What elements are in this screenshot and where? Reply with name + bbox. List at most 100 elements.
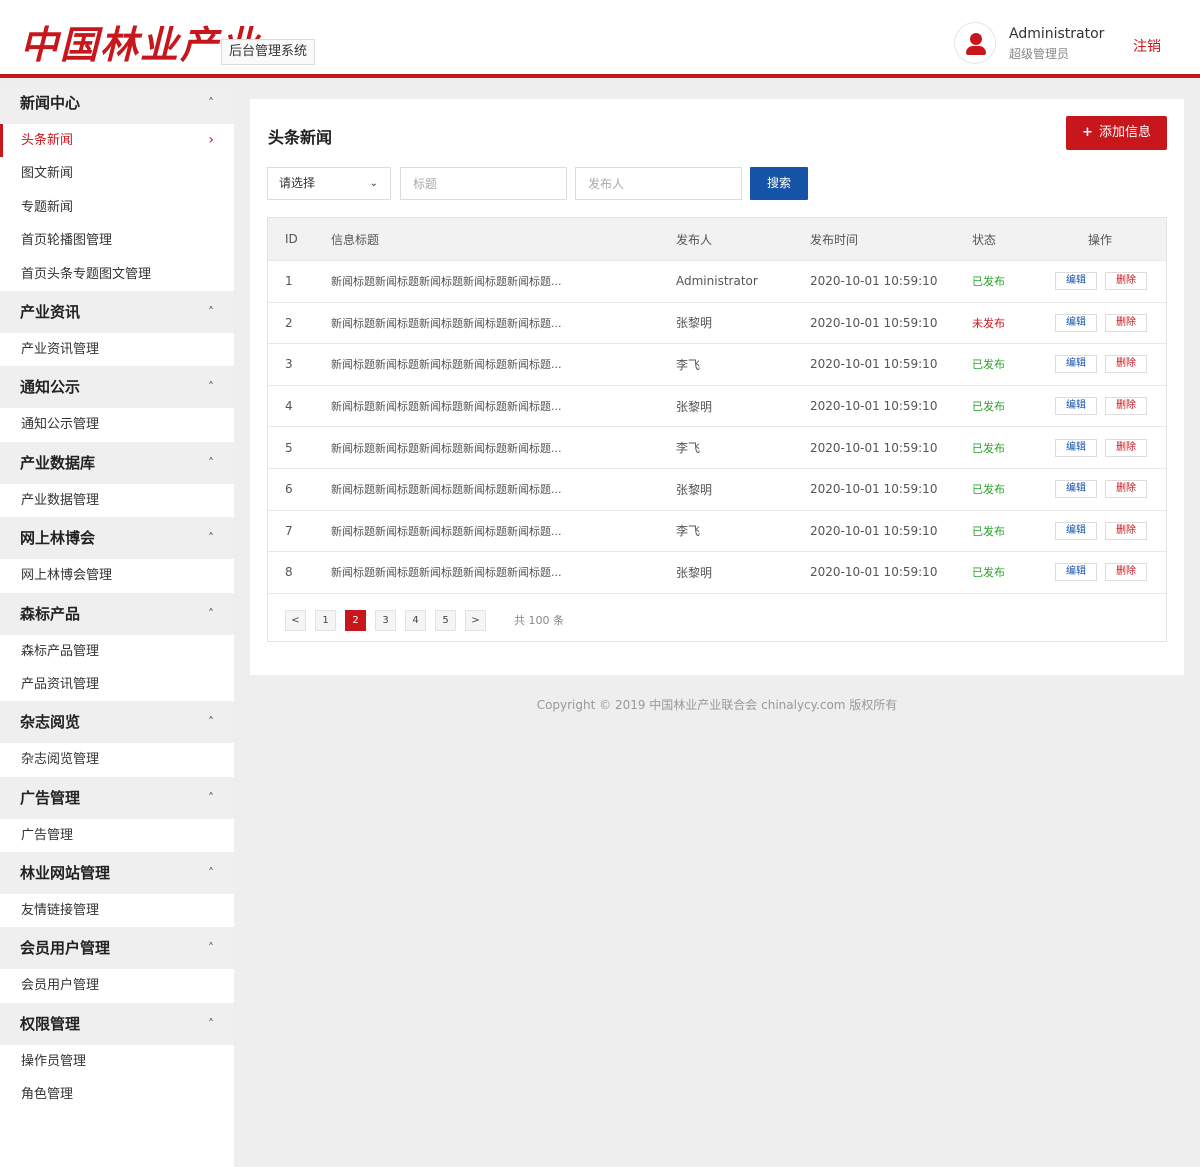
table-row: 3 新闻标题新闻标题新闻标题新闻标题新闻标题... 李飞 2020-10-01 10:…: [268, 343, 1166, 385]
user-avatar-icon[interactable]: [954, 22, 996, 64]
delete-button[interactable]: 删除: [1105, 397, 1147, 416]
sidebar-item[interactable]: 产业数据管理: [0, 484, 234, 517]
status-badge: 已发布: [972, 400, 1005, 414]
cell-title: 新闻标题新闻标题新闻标题新闻标题新闻标题...: [331, 316, 562, 330]
sidebar-item[interactable]: 网上林博会管理: [0, 559, 234, 592]
sidebar-item[interactable]: 头条新闻 ›: [0, 124, 234, 158]
cell-time: 2020-10-01 10:59:10: [810, 565, 938, 580]
cell-id: 6: [285, 482, 293, 497]
edit-button[interactable]: 编辑: [1055, 397, 1097, 416]
sidebar-group-title: 产业资讯: [20, 302, 81, 321]
sidebar-group-header[interactable]: 网上林博会 ˄: [0, 517, 234, 560]
delete-button[interactable]: 删除: [1105, 272, 1147, 291]
edit-button[interactable]: 编辑: [1055, 438, 1097, 457]
sidebar-group-header[interactable]: 新闻中心 ˄: [0, 82, 234, 124]
add-info-button[interactable]: + 添加信息: [1066, 116, 1167, 150]
sidebar-group-header[interactable]: 产业数据库 ˄: [0, 441, 234, 484]
pagination-next-button[interactable]: >: [465, 609, 486, 631]
sidebar-item-label: 产业资讯管理: [21, 341, 100, 357]
edit-button[interactable]: 编辑: [1055, 355, 1097, 374]
sidebar-item-label: 角色管理: [21, 1087, 74, 1103]
user-role: 超级管理员: [1009, 47, 1070, 61]
cell-ops: 编辑 删除: [1055, 469, 1155, 510]
cell-id: 1: [285, 274, 293, 289]
sidebar-item[interactable]: 首页轮播图管理: [0, 224, 234, 257]
sidebar-item[interactable]: 角色管理: [0, 1078, 234, 1111]
cell-ops: 编辑 删除: [1055, 552, 1155, 593]
delete-button[interactable]: 删除: [1105, 313, 1147, 332]
delete-button[interactable]: 删除: [1105, 480, 1147, 499]
edit-button[interactable]: 编辑: [1055, 480, 1097, 499]
sidebar: 新闻中心 ˄ 头条新闻 › 图文新闻 专题新闻 首页轮播图管理 首页头条专题图文管理 产业资讯 ˄…: [0, 82, 234, 1167]
sidebar-item[interactable]: 专题新闻: [0, 191, 234, 224]
delete-button[interactable]: 删除: [1105, 521, 1147, 540]
sidebar-item[interactable]: 产业资讯管理: [0, 333, 234, 366]
cell-title: 新闻标题新闻标题新闻标题新闻标题新闻标题...: [331, 358, 562, 372]
edit-button[interactable]: 编辑: [1055, 521, 1097, 540]
sidebar-item-label: 头条新闻: [21, 133, 74, 148]
cell-title: 新闻标题新闻标题新闻标题新闻标题新闻标题...: [331, 275, 562, 289]
sidebar-group-title: 杂志阅览: [20, 713, 81, 732]
cell-ops: 编辑 删除: [1055, 344, 1155, 385]
sidebar-item[interactable]: 操作员管理: [0, 1045, 234, 1078]
chevron-up-icon: ˄: [208, 455, 214, 470]
pagination-page-button[interactable]: 3: [375, 609, 396, 631]
sidebar-group-header[interactable]: 产业资讯 ˄: [0, 290, 234, 333]
pagination-page-button[interactable]: 2: [345, 609, 366, 631]
chevron-up-icon: ˄: [208, 380, 214, 395]
sidebar-item-label: 图文新闻: [21, 166, 74, 182]
logout-link[interactable]: 注销: [1133, 36, 1161, 56]
title-search-input[interactable]: [400, 167, 567, 200]
sidebar-item[interactable]: 会员用户管理: [0, 969, 234, 1002]
edit-button[interactable]: 编辑: [1055, 313, 1097, 332]
sidebar-group-header[interactable]: 权限管理 ˄: [0, 1002, 234, 1045]
sidebar-item[interactable]: 通知公示管理: [0, 408, 234, 441]
cell-publisher: 李飞: [676, 441, 701, 456]
edit-button[interactable]: 编辑: [1055, 272, 1097, 291]
main-panel: 头条新闻 + 添加信息 请选择 ⌄ 搜索 ID 信息标题 发布人 发布时间 状态 …: [250, 99, 1184, 675]
pagination-page-button[interactable]: 5: [435, 609, 456, 631]
chevron-up-icon: ˄: [208, 96, 214, 110]
col-header-publisher: 发布人: [676, 232, 713, 247]
table-row: 2 新闻标题新闻标题新闻标题新闻标题新闻标题... 张黎明 2020-10-01 10…: [268, 301, 1166, 344]
cell-time: 2020-10-01 10:59:10: [810, 357, 938, 372]
sidebar-group-header[interactable]: 林业网站管理 ˄: [0, 852, 234, 895]
sidebar-item[interactable]: 广告管理: [0, 819, 234, 852]
cell-publisher: 李飞: [676, 357, 701, 372]
cell-id: 3: [285, 357, 293, 372]
sidebar-group-title: 新闻中心: [20, 94, 81, 112]
pagination-page-button[interactable]: 1: [315, 609, 336, 631]
status-badge: 已发布: [972, 483, 1005, 497]
cell-title: 新闻标题新闻标题新闻标题新闻标题新闻标题...: [331, 566, 562, 580]
sidebar-item[interactable]: 森标产品管理: [0, 635, 234, 668]
sidebar-item-label: 网上林博会管理: [21, 568, 113, 584]
sidebar-item-label: 专题新闻: [21, 199, 74, 215]
sidebar-item[interactable]: 首页头条专题图文管理: [0, 258, 234, 291]
publisher-search-input[interactable]: [575, 167, 742, 200]
search-button[interactable]: 搜索: [750, 167, 808, 200]
sidebar-group-header[interactable]: 通知公示 ˄: [0, 366, 234, 409]
sidebar-item-label: 通知公示管理: [21, 417, 100, 433]
delete-button[interactable]: 删除: [1105, 355, 1147, 374]
chevron-up-icon: ˄: [208, 1016, 214, 1031]
cell-title: 新闻标题新闻标题新闻标题新闻标题新闻标题...: [331, 400, 562, 414]
chevron-up-icon: ˄: [208, 531, 214, 546]
sidebar-item[interactable]: 产品资讯管理: [0, 668, 234, 701]
delete-button[interactable]: 删除: [1105, 563, 1147, 582]
sidebar-group-header[interactable]: 杂志阅览 ˄: [0, 701, 234, 744]
sidebar-item[interactable]: 友情链接管理: [0, 894, 234, 927]
cell-ops: 编辑 删除: [1055, 303, 1155, 344]
sidebar-group-header[interactable]: 会员用户管理 ˄: [0, 927, 234, 970]
cell-ops: 编辑 删除: [1055, 261, 1155, 302]
sidebar-group-header[interactable]: 森标产品 ˄: [0, 592, 234, 635]
category-select[interactable]: 请选择 ⌄: [267, 167, 391, 200]
sidebar-item[interactable]: 图文新闻: [0, 157, 234, 190]
edit-button[interactable]: 编辑: [1055, 563, 1097, 582]
col-header-title: 信息标题: [331, 232, 380, 247]
delete-button[interactable]: 删除: [1105, 438, 1147, 457]
sidebar-item[interactable]: 杂志阅览管理: [0, 743, 234, 776]
pagination-prev-button[interactable]: <: [285, 609, 306, 631]
sidebar-group-header[interactable]: 广告管理 ˄: [0, 776, 234, 819]
cell-id: 7: [285, 523, 293, 538]
pagination-page-button[interactable]: 4: [405, 609, 426, 631]
